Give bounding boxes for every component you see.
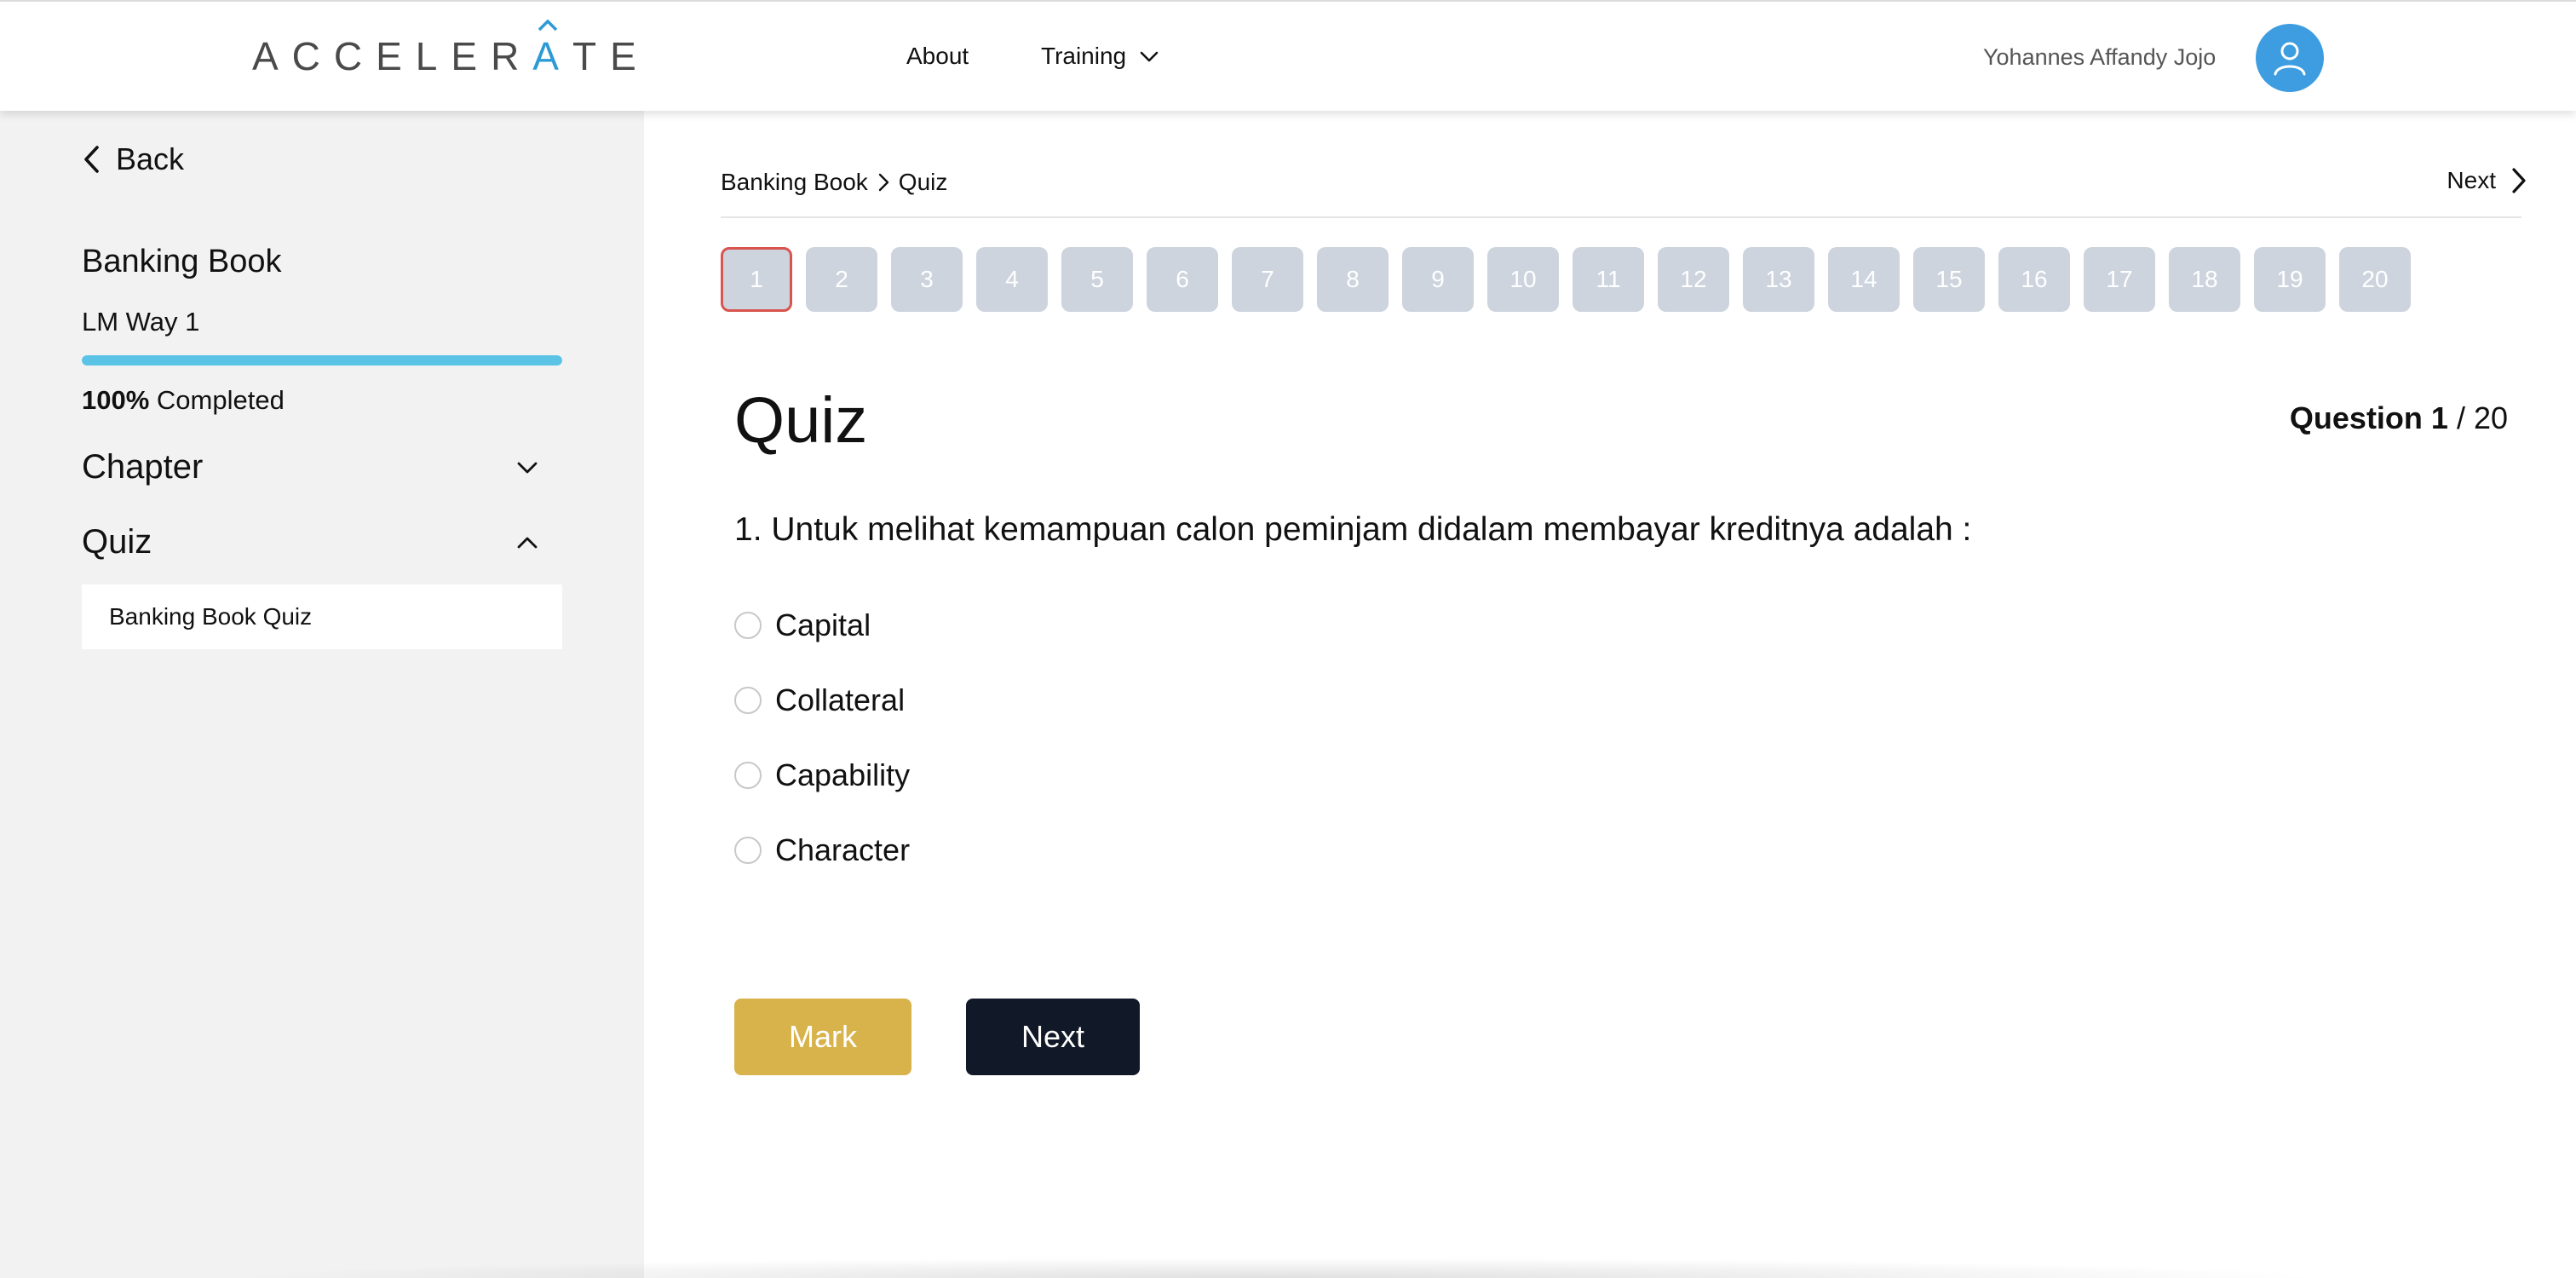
logo-text-suffix: TE — [572, 34, 650, 78]
course-sidebar: Back Banking Book LM Way 1 100% Complete… — [0, 111, 644, 1278]
progress-percent: 100% — [82, 385, 150, 415]
section-chapter-toggle[interactable]: Chapter — [82, 448, 562, 486]
section-quiz-toggle[interactable]: Quiz — [82, 523, 562, 561]
breadcrumb-item-course[interactable]: Banking Book — [721, 169, 868, 196]
answer-radio[interactable] — [734, 612, 762, 639]
progress-bar-fill — [82, 355, 562, 366]
bottom-shadow — [221, 1258, 2334, 1278]
question-number-button[interactable]: 17 — [2084, 247, 2155, 312]
top-next-label: Next — [2447, 167, 2496, 193]
question-number-button[interactable]: 7 — [1232, 247, 1303, 312]
question-counter-separator: / — [2447, 400, 2474, 435]
chevron-down-icon — [1140, 51, 1159, 62]
question-number-button[interactable]: 4 — [976, 247, 1048, 312]
answer-option[interactable]: Capability — [734, 738, 910, 813]
accelerate-logo[interactable]: ACCELER A TE — [252, 20, 650, 79]
module-name: LM Way 1 — [82, 307, 200, 337]
question-number-button[interactable]: 16 — [1998, 247, 2070, 312]
avatar[interactable] — [2256, 24, 2324, 92]
chevron-right-icon — [2512, 168, 2526, 193]
quiz-main-panel: Banking Book Quiz Next 1 2 3 4 5 6 7 8 9 10 11 12 13… — [644, 111, 2576, 1278]
mark-button[interactable]: Mark — [734, 999, 911, 1075]
answer-option[interactable]: Capital — [734, 588, 910, 663]
next-button[interactable]: Next — [966, 999, 1140, 1075]
answer-option-label: Character — [775, 832, 911, 867]
question-number-button[interactable]: 8 — [1317, 247, 1389, 312]
nav-about-link[interactable]: About — [906, 43, 969, 70]
answer-option-label: Capital — [775, 607, 871, 642]
logo-accent-letter: A — [532, 20, 572, 79]
question-number-button[interactable]: 6 — [1147, 247, 1218, 312]
breadcrumb: Banking Book Quiz — [721, 169, 947, 196]
top-header: ACCELER A TE About Training Yohannes Affan… — [0, 0, 2576, 111]
question-number-button[interactable]: 18 — [2169, 247, 2240, 312]
question-number-button[interactable]: 20 — [2339, 247, 2411, 312]
question-counter-current: Question 1 — [2289, 400, 2448, 435]
answer-option-label: Capability — [775, 757, 911, 792]
answer-options: Capital Collateral Capability Character — [734, 588, 910, 888]
question-number-button[interactable]: 15 — [1913, 247, 1985, 312]
nav-training-label: Training — [1041, 43, 1127, 69]
back-button[interactable]: Back — [82, 141, 184, 177]
chevron-up-icon — [517, 537, 538, 548]
progress-bar — [82, 355, 562, 366]
answer-radio[interactable] — [734, 837, 762, 864]
question-text: 1. Untuk melihat kemampuan calon peminja… — [734, 511, 1972, 548]
answer-option[interactable]: Collateral — [734, 663, 910, 738]
nav-training-dropdown[interactable]: Training — [1041, 43, 1160, 70]
page-title: Quiz — [734, 384, 868, 457]
breadcrumb-divider — [721, 216, 2521, 218]
progress-completed-label: Completed — [156, 385, 285, 415]
logo-text-prefix: ACCELER — [252, 34, 533, 78]
question-number-button[interactable]: 9 — [1402, 247, 1474, 312]
course-title: Banking Book — [82, 244, 282, 279]
logo-caret-icon — [538, 20, 558, 32]
user-name[interactable]: Yohannes Affandy Jojo — [1983, 44, 2216, 71]
user-icon — [2274, 42, 2306, 76]
answer-radio[interactable] — [734, 687, 762, 714]
answer-option-label: Collateral — [775, 682, 906, 717]
question-number-button[interactable]: 12 — [1658, 247, 1729, 312]
breadcrumb-item-quiz: Quiz — [898, 169, 948, 195]
back-label: Back — [116, 141, 185, 176]
question-number-button[interactable]: 14 — [1828, 247, 1900, 312]
chevron-right-icon — [878, 173, 888, 192]
section-chapter-label: Chapter — [82, 448, 204, 486]
sidebar-item-banking-book-quiz[interactable]: Banking Book Quiz — [82, 584, 562, 649]
question-number-button[interactable]: 10 — [1487, 247, 1559, 312]
question-number-button[interactable]: 1 — [721, 247, 792, 312]
question-number-button[interactable]: 19 — [2254, 247, 2326, 312]
question-number-button[interactable]: 11 — [1573, 247, 1644, 312]
top-next-button[interactable]: Next — [2447, 167, 2528, 194]
question-number-button[interactable]: 13 — [1743, 247, 1814, 312]
question-number-button[interactable]: 5 — [1061, 247, 1133, 312]
question-number-button[interactable]: 2 — [806, 247, 877, 312]
question-counter: Question 1 / 20 — [2290, 400, 2508, 436]
progress-status: 100% Completed — [82, 385, 285, 416]
chevron-down-icon — [517, 462, 538, 473]
answer-option[interactable]: Character — [734, 813, 910, 888]
section-quiz-label: Quiz — [82, 523, 152, 561]
answer-radio[interactable] — [734, 762, 762, 789]
question-counter-total: 20 — [2473, 400, 2508, 435]
question-number-nav: 1 2 3 4 5 6 7 8 9 10 11 12 13 14 15 16 17 18 19 20 — [721, 247, 2411, 312]
chevron-left-icon — [84, 146, 99, 173]
question-number-button[interactable]: 3 — [891, 247, 963, 312]
